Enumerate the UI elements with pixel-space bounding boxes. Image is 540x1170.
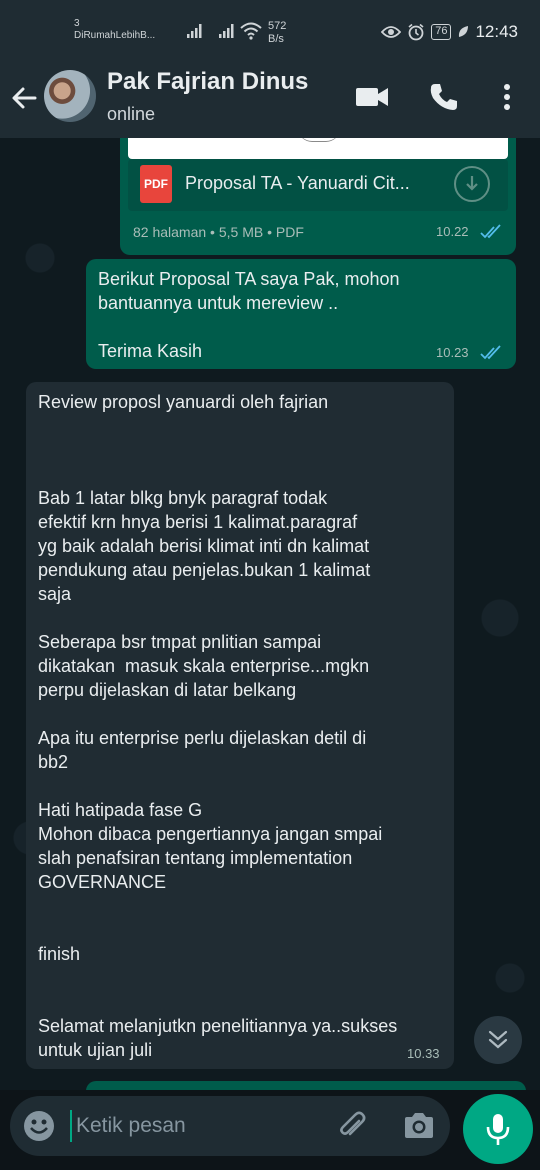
message-text: Review proposl yanuardi oleh fajrian Bab… xyxy=(38,392,398,1060)
double-chevron-down-icon xyxy=(488,1030,508,1049)
document-preview[interactable] xyxy=(128,138,508,159)
incoming-message[interactable]: Review proposl yanuardi oleh fajrian Bab… xyxy=(26,382,454,1069)
microphone-icon xyxy=(486,1114,510,1145)
composer-bar xyxy=(0,1090,540,1170)
status-right: 76 12:43 xyxy=(381,22,518,42)
more-vert-icon xyxy=(504,84,510,110)
signal-icon xyxy=(187,24,202,38)
message-input[interactable] xyxy=(70,1110,320,1142)
chat-header: Pak Fajrian Dinus online xyxy=(0,54,540,138)
message-time: 10.23 xyxy=(436,345,469,360)
battery-level: 76 xyxy=(431,24,452,40)
download-button[interactable] xyxy=(454,166,490,202)
pdf-file-icon: PDF xyxy=(140,165,172,203)
phone-icon xyxy=(430,84,457,110)
download-icon xyxy=(466,176,478,191)
contact-name[interactable]: Pak Fajrian Dinus xyxy=(107,68,308,96)
speed-unit: B/s xyxy=(268,33,284,45)
eye-icon xyxy=(381,26,402,38)
emoji-icon[interactable] xyxy=(22,1109,56,1143)
wifi-icon xyxy=(240,22,262,40)
carrier-name: DiRumahLebihB... xyxy=(74,30,156,41)
avatar[interactable] xyxy=(44,70,96,122)
outgoing-message[interactable]: Berikut Proposal TA saya Pak, mohon bant… xyxy=(86,259,516,369)
document-row[interactable]: PDF Proposal TA - Yanuardi Cit... xyxy=(128,159,508,211)
back-arrow-icon[interactable] xyxy=(8,82,40,114)
contact-status: online xyxy=(107,104,156,124)
read-ticks-icon xyxy=(480,224,501,239)
clock: 12:43 xyxy=(475,22,518,41)
more-options-button[interactable] xyxy=(490,80,524,114)
scroll-to-bottom-button[interactable] xyxy=(474,1016,522,1064)
carrier-info: 3 DiRumahLebihB... xyxy=(74,18,155,42)
composer xyxy=(10,1096,450,1156)
document-message[interactable]: PDF Proposal TA - Yanuardi Cit... 82 hal… xyxy=(120,138,516,255)
camera-icon[interactable] xyxy=(402,1109,436,1143)
document-seal xyxy=(298,138,340,142)
voice-call-button[interactable] xyxy=(427,80,461,114)
partial-message xyxy=(86,1081,526,1090)
mic-button[interactable] xyxy=(463,1094,533,1164)
read-ticks-icon xyxy=(480,345,501,360)
message-time: 10.33 xyxy=(407,1046,440,1061)
alarm-icon xyxy=(408,23,424,41)
leaf-icon xyxy=(459,26,469,37)
document-name: Proposal TA - Yanuardi Cit... xyxy=(185,173,410,193)
status-bar: 3 DiRumahLebihB... 572 B/s 76 12:43 xyxy=(0,0,540,54)
speed-value: 572 xyxy=(268,20,287,32)
video-call-icon xyxy=(356,88,388,106)
message-time: 10.22 xyxy=(436,224,469,239)
carrier-count: 3 xyxy=(74,18,80,29)
chat-area[interactable]: PDF Proposal TA - Yanuardi Cit... 82 hal… xyxy=(0,138,540,1090)
document-meta: 82 halaman • 5,5 MB • PDF xyxy=(133,224,304,240)
attach-icon[interactable] xyxy=(335,1109,369,1143)
network-speed: 572 B/s xyxy=(268,20,286,46)
video-call-button[interactable] xyxy=(355,80,389,114)
signal-icon-2 xyxy=(219,24,234,38)
